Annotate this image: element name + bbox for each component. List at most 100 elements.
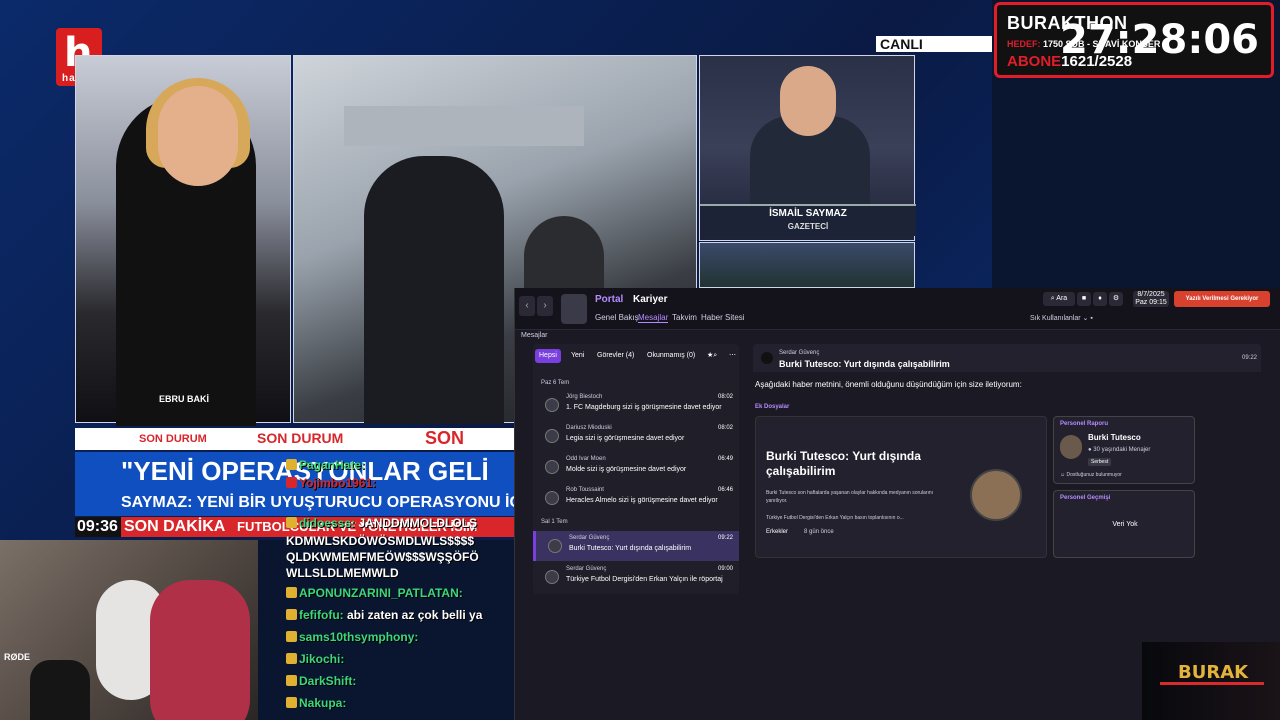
chat-text: abi zaten az çok belli ya [347, 608, 483, 622]
chat-username[interactable]: Nakupa: [299, 696, 346, 710]
manager-avatar[interactable] [561, 294, 587, 324]
guest-name: İSMAİL SAYMAZ [769, 208, 847, 219]
chat-badge-icon [286, 609, 297, 620]
chat-username[interactable]: PaganHate: [299, 458, 365, 472]
search-button[interactable]: ⌕ Ara [1043, 292, 1075, 306]
news-summary: Burki Tutesco son haftalarda yaşanan ola… [766, 490, 934, 504]
message-subject: 1. FC Magdeburg sizi iş görüşmesine dave… [566, 404, 722, 411]
news-summary-2: Türkiye Futbol Dergisi'den Erkan Yalçın … [766, 515, 904, 521]
message-item[interactable]: Dariusz Mioduski Legia sizi iş görüşmesin… [533, 421, 739, 451]
message-subject: Molde sizi iş görüşmesine davet ediyor [566, 466, 687, 473]
chat-username[interactable]: Yojimbo1961: [299, 476, 376, 490]
chat-username[interactable]: DarkShift: [299, 674, 356, 688]
back-button[interactable]: ‹ [519, 296, 535, 316]
game-date[interactable]: 8/7/2025 Paz 09:15 [1133, 291, 1169, 307]
favorites-dropdown[interactable]: Sık Kullanılanlar ⌄ ▪ [1030, 314, 1093, 322]
news-card[interactable]: Burki Tutesco: Yurt dışında çalışabiliri… [755, 416, 1047, 558]
message-sender: Jörg Biestoch [566, 394, 603, 400]
continue-alert-button[interactable]: Yazılı Verilmesi Gerekiyor [1174, 291, 1270, 307]
sender-avatar-icon [545, 398, 559, 412]
mic-brand: RØDE [4, 652, 31, 662]
chat-text: JANDDMMOLDLOLŞ [358, 516, 478, 530]
chat-username[interactable]: Jikochi: [299, 652, 344, 666]
message-time: 08:02 [717, 425, 733, 431]
message-item[interactable]: Rob Toussaint Heracles Almelo sizi iş gör… [533, 483, 739, 513]
subnav-haber-sitesi[interactable]: Haber Sitesi [701, 313, 745, 322]
subnav-takvim[interactable]: Takvim [672, 313, 697, 322]
detail-header: Serdar Güvenç Burki Tutesco: Yurt dışınd… [753, 344, 1261, 372]
attachments-label: Ek Dosyalar [755, 404, 790, 410]
news-age: 8 gün önce [804, 529, 834, 535]
message-item[interactable]: Jörg Biestoch 1. FC Magdeburg sizi iş gör… [533, 390, 739, 420]
message-time: 06:46 [717, 487, 733, 493]
chat-badge-icon [286, 697, 297, 708]
chat-message: Nakupa: [286, 696, 346, 710]
message-item[interactable]: Serdar Güvenç Türkiye Futbol Dergisi'den … [533, 562, 739, 592]
chat-message: Yojimbo1961: [286, 476, 376, 490]
news-title: Burki Tutesco: Yurt dışında çalışabiliri… [766, 449, 921, 478]
guest-head [780, 66, 836, 136]
tab-yeni[interactable]: Yeni [567, 349, 588, 363]
message-sender: Serdar Güvenç [569, 535, 610, 541]
person-avatar [1060, 435, 1082, 459]
host-name: EBRU BAKİ [158, 394, 209, 404]
guest-video-panel: İSMAİL SAYMAZ GAZETECİ [699, 55, 916, 241]
detail-body: Aşağıdaki haber metnini, önemli olduğunu… [755, 380, 1022, 389]
tab-hepsi[interactable]: Hepsi [535, 349, 561, 363]
sender-avatar [761, 352, 773, 364]
microphone [30, 660, 90, 720]
live-label: CANLI [876, 36, 992, 52]
officer-figure [364, 156, 504, 424]
person-desc: ● 30 yaşındaki Menajer [1088, 447, 1151, 453]
portal-menu[interactable]: Portal [595, 294, 623, 305]
message-sender: Rob Toussaint [566, 487, 604, 493]
message-subject: Heracles Almelo sizi iş görüşmesine dave… [566, 497, 718, 504]
sender-avatar-icon [548, 539, 562, 553]
tv-clock: 09:36 [75, 517, 121, 537]
staff-report-card[interactable]: Personel Raporu Burki Tutesco ● 30 yaşın… [1053, 416, 1195, 484]
tab-okunmamis[interactable]: Okunmamış (0) [643, 349, 699, 363]
chat-message: APONUNZARINI_PATLATAN: [286, 586, 463, 600]
report-label: Personel Raporu [1060, 421, 1109, 427]
person-name[interactable]: Burki Tutesco [1088, 433, 1141, 442]
guest-title: GAZETECİ [787, 222, 829, 231]
bookmark-icon[interactable]: ■ [1077, 292, 1091, 306]
bulb-icon[interactable]: ♦ [1093, 292, 1107, 306]
message-item[interactable]: Serdar Güvenç Burki Tutesco: Yurt dışında… [533, 531, 739, 561]
chat-message: fefifofu: abi zaten az çok belli ya [286, 608, 482, 622]
chat-username[interactable]: sams10thsymphony: [299, 630, 418, 644]
subnav-mesajlar[interactable]: Mesajlar [638, 313, 669, 323]
chat-message: DarkShift: [286, 674, 356, 688]
breaking-label: SON DAKİKA [121, 517, 233, 537]
chat-message: WLLSLDLMEMWLD [286, 566, 399, 580]
forward-button[interactable]: › [537, 296, 553, 316]
subathon-timer: 27:28:06 [1060, 17, 1259, 63]
host-head [158, 86, 238, 186]
son-durum-bar: SON DURUM SON DURUM SON DURUM [75, 428, 515, 469]
chat-username[interactable]: APONUNZARINI_PATLATAN: [299, 586, 463, 600]
tab-gorevler[interactable]: Görevler (4) [593, 349, 638, 363]
message-item[interactable]: Odd Ivar Moen Molde sizi iş görüşmesine d… [533, 452, 739, 482]
chat-message: PaganHate: [286, 458, 365, 472]
chat-username[interactable]: didoesss: [299, 516, 355, 530]
detail-subject: Burki Tutesco: Yurt dışında çalışabiliri… [779, 359, 950, 369]
subnav-genel-bakis[interactable]: Genel Bakış [595, 313, 639, 322]
search-messages-icon[interactable]: ★⌕ [703, 349, 721, 363]
more-icon[interactable]: ⋯ [725, 349, 740, 363]
chat-username[interactable]: fefifofu: [299, 608, 344, 622]
kariyer-menu[interactable]: Kariyer [633, 294, 667, 305]
sender-avatar-icon [545, 429, 559, 443]
chat-badge-icon [286, 675, 297, 686]
person-status: Serbest [1088, 458, 1112, 466]
gear-icon[interactable]: ⚙ [1109, 292, 1123, 306]
date-group: Paz 6 Tem [541, 380, 570, 386]
live-chat: PaganHate: Yojimbo1961: didoesss: JANDDM… [286, 456, 516, 720]
detail-time: 09:22 [1241, 355, 1257, 361]
message-sender: Dariusz Mioduski [566, 425, 612, 431]
sender-avatar-icon [545, 491, 559, 505]
sender-avatar-icon [545, 460, 559, 474]
message-time: 06:49 [717, 456, 733, 462]
streamer-webcam [0, 540, 258, 720]
streamer-logo: BURAK [1142, 642, 1280, 720]
chat-message: didoesss: JANDDMMOLDLOLŞ [286, 516, 477, 530]
